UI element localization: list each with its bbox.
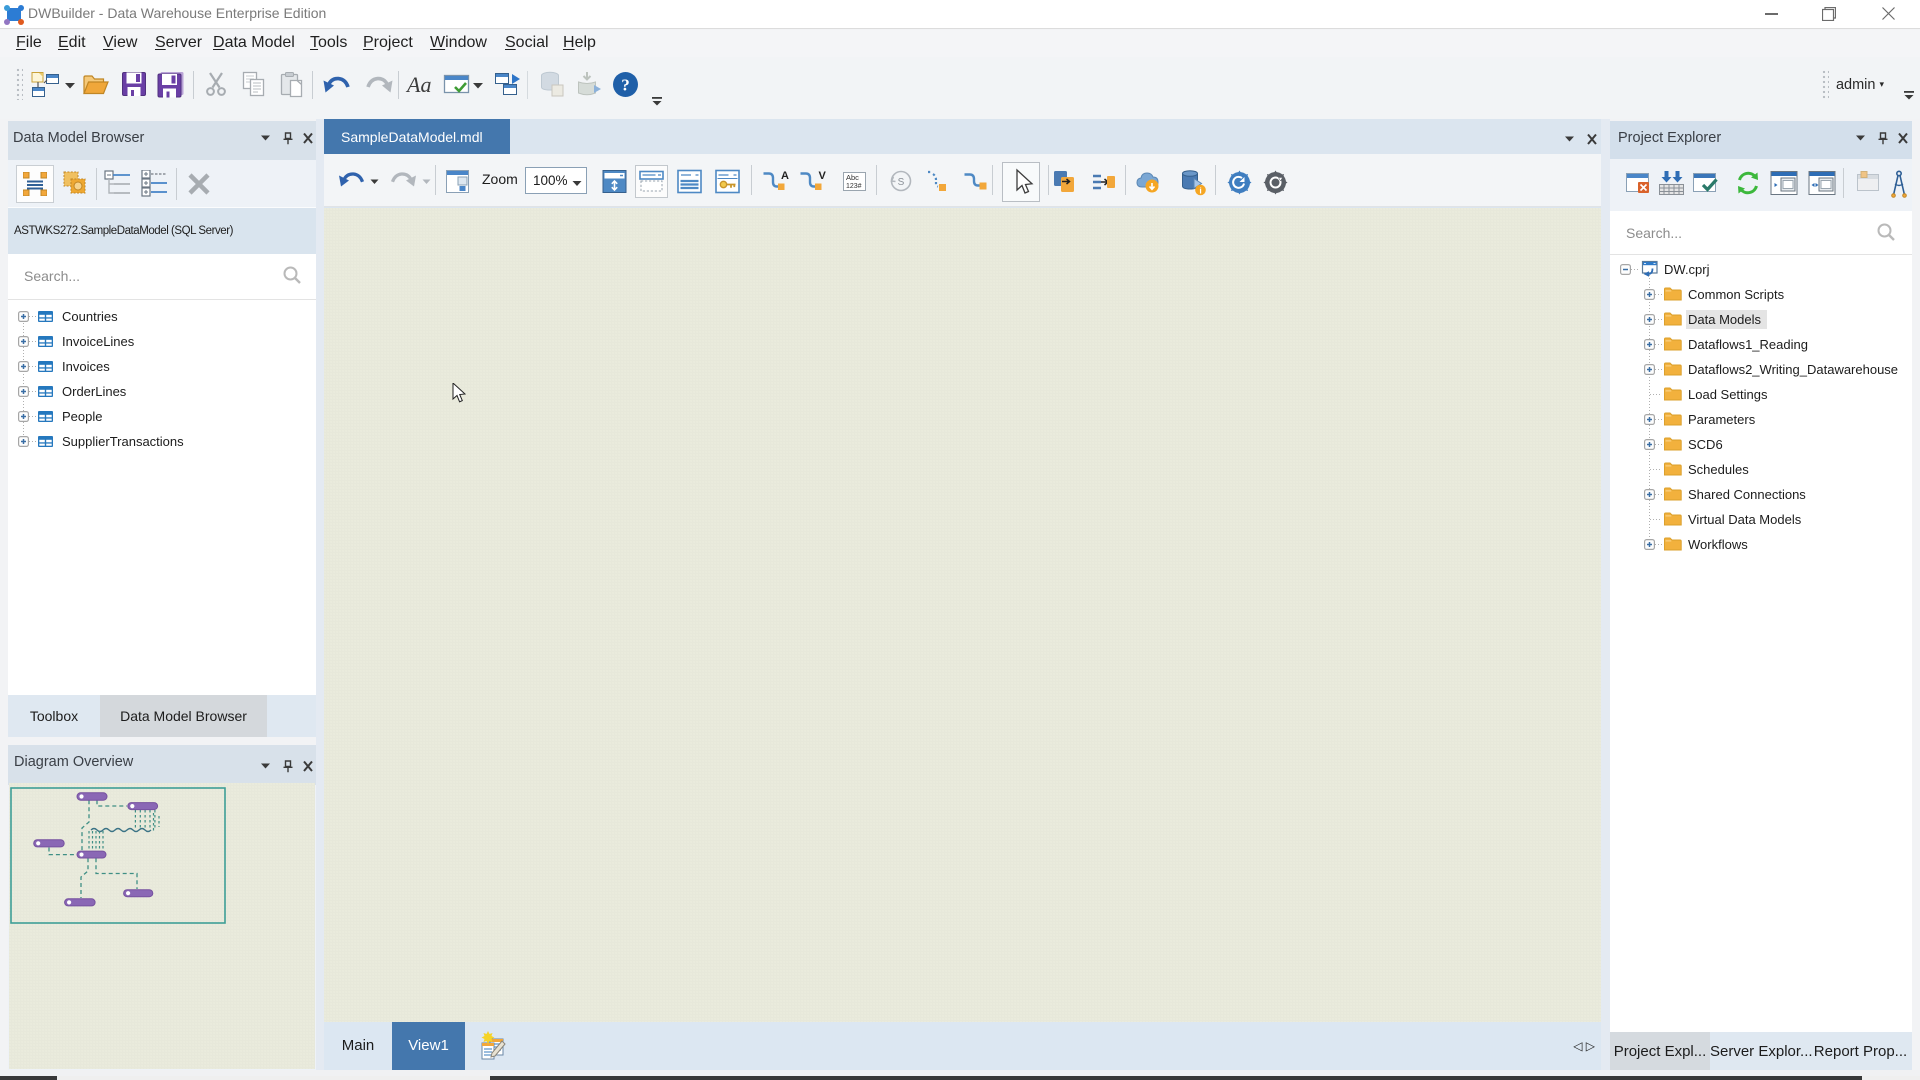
- svg-text:i: i: [1199, 185, 1201, 195]
- svg-text:?: ?: [621, 76, 630, 95]
- svg-text:Abc: Abc: [846, 173, 859, 182]
- svg-text:S: S: [898, 177, 905, 188]
- svg-text:V: V: [819, 170, 827, 182]
- svg-text:123#: 123#: [846, 183, 862, 190]
- svg-text:A: A: [781, 170, 789, 182]
